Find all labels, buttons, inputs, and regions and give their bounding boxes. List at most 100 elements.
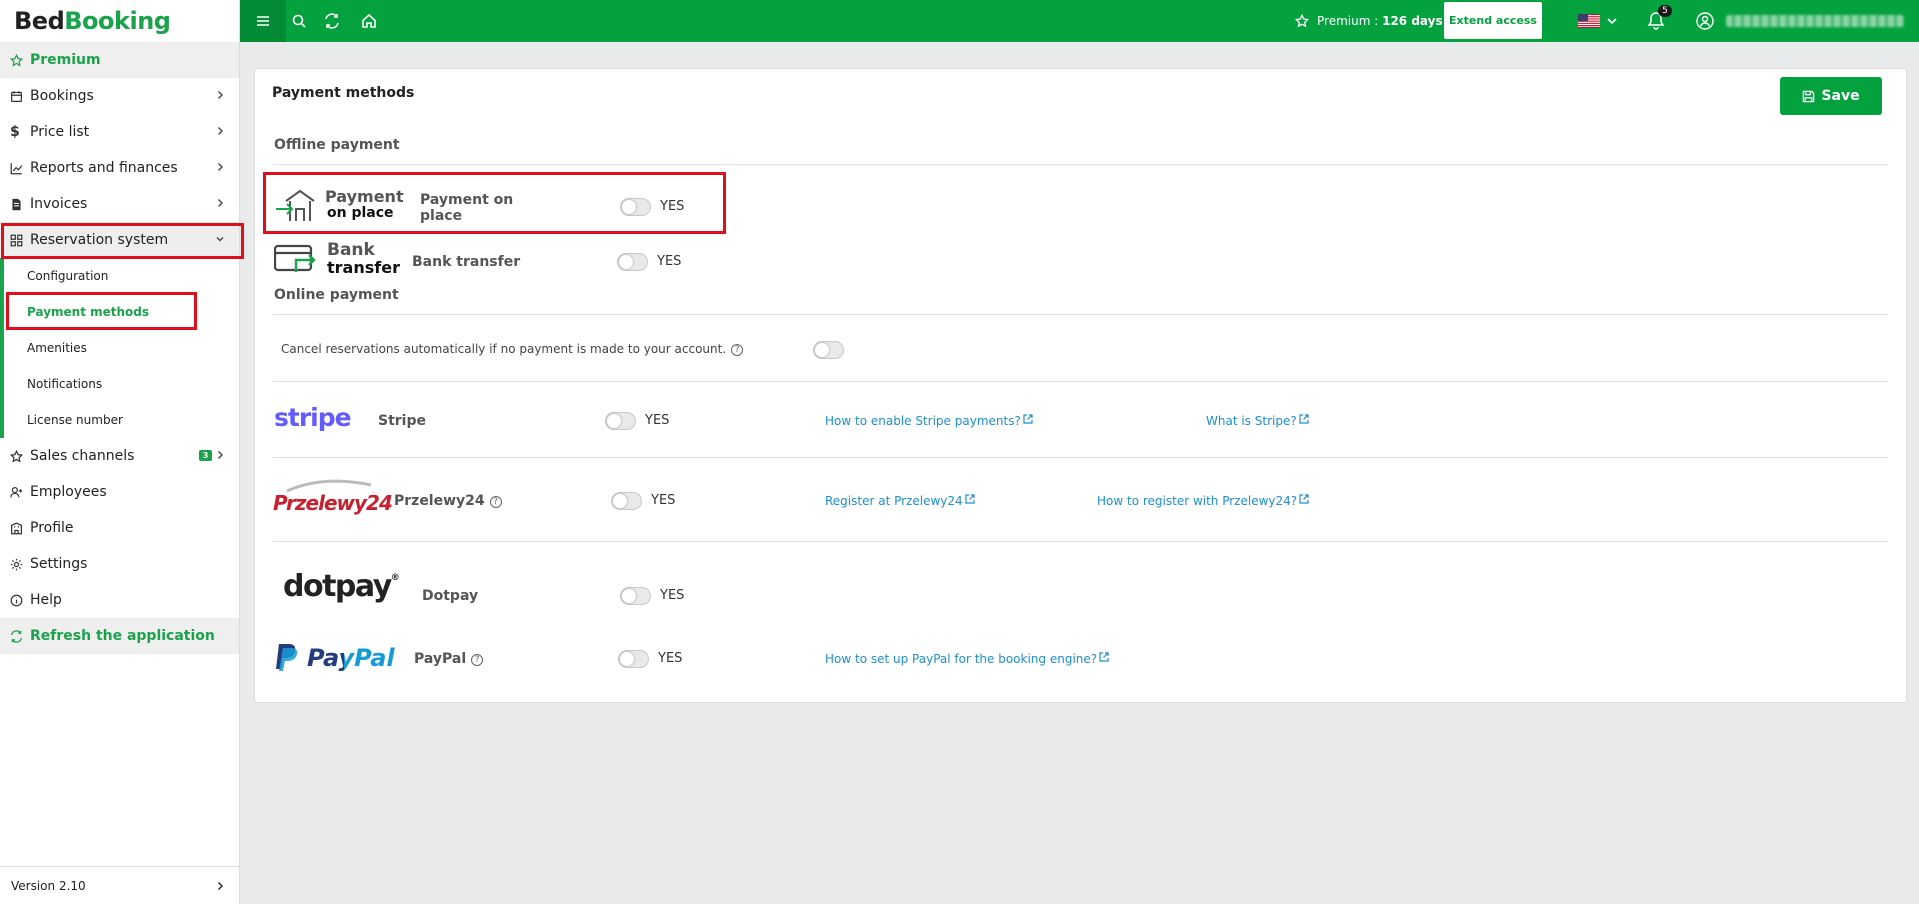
chevron-right-icon — [218, 91, 223, 99]
sidebar: Bed Booking Premium Bookings $ Price list… — [0, 0, 240, 904]
sidebar-subitem-notifications[interactable]: Notifications — [0, 366, 239, 402]
sidebar-item-premium[interactable]: Premium — [0, 42, 239, 78]
link-text: How to enable Stripe payments? — [825, 414, 1021, 428]
sidebar-item-label: Invoices — [30, 196, 88, 212]
sidebar-item-settings[interactable]: Settings — [0, 546, 239, 582]
bank-transfer-logo: Bank transfer — [273, 240, 404, 278]
logo-text-transfer: transfer — [327, 258, 400, 277]
bank-transfer-name: Bank transfer — [412, 254, 521, 270]
gear-icon — [10, 558, 30, 571]
sidebar-item-price-list[interactable]: $ Price list — [0, 114, 239, 150]
auto-cancel-toggle[interactable] — [813, 341, 844, 359]
us-flag-icon[interactable] — [1578, 14, 1600, 28]
user-icon[interactable] — [1696, 12, 1714, 30]
sidebar-item-label: Settings — [30, 556, 88, 572]
chevron-right-icon — [218, 127, 223, 135]
sidebar-item-invoices[interactable]: Invoices — [0, 186, 239, 222]
menu-button[interactable] — [240, 0, 286, 42]
link-text: How to set up PayPal for the booking eng… — [825, 652, 1098, 666]
register-przelewy24-link[interactable]: Register at Przelewy24 — [825, 494, 975, 508]
paypal-toggle[interactable] — [618, 650, 649, 668]
sidebar-subitem-amenities[interactable]: Amenities — [0, 330, 239, 366]
refresh-application-button[interactable]: Refresh the application — [0, 618, 239, 654]
external-link-icon — [1299, 494, 1309, 504]
dollar-icon: $ — [10, 124, 20, 140]
paypal-setup-link[interactable]: How to set up PayPal for the booking eng… — [825, 652, 1109, 666]
sidebar-item-label: Sales channels — [30, 448, 135, 464]
chevron-down-icon[interactable] — [1606, 15, 1618, 27]
help-icon[interactable]: ? — [471, 654, 484, 666]
sidebar-subitem-license-number[interactable]: License number — [0, 402, 239, 438]
sidebar-item-reports[interactable]: Reports and finances — [0, 150, 239, 186]
sidebar-item-sales-channels[interactable]: Sales channels 3 — [0, 438, 239, 474]
what-is-stripe-link[interactable]: What is Stripe? — [1206, 414, 1309, 428]
building-icon — [10, 522, 30, 535]
sidebar-item-label: Reservation system — [30, 232, 169, 248]
dotpay-name: Dotpay — [422, 588, 479, 604]
sidebar-item-help[interactable]: Help — [0, 582, 239, 618]
user-name-blurred[interactable] — [1726, 15, 1904, 27]
house-arrow-icon — [276, 189, 315, 221]
logo-text-bank: Bank — [327, 240, 375, 260]
sidebar-subitem-payment-methods[interactable]: Payment methods — [0, 294, 239, 330]
przelewy24-toggle[interactable] — [611, 492, 642, 510]
sidebar-item-label: Price list — [30, 124, 90, 140]
extend-access-button[interactable]: Extend access — [1444, 2, 1542, 39]
stripe-enable-link[interactable]: How to enable Stripe payments? — [825, 414, 1033, 428]
divider — [273, 381, 1888, 382]
link-text: Register at Przelewy24 — [825, 494, 963, 508]
divider — [273, 314, 1888, 315]
sidebar-item-label: Help — [30, 592, 62, 608]
online-payment-title: Online payment — [274, 287, 399, 303]
help-icon[interactable]: ? — [731, 344, 744, 356]
save-label: Save — [1821, 88, 1860, 104]
name-line: place — [420, 208, 463, 224]
sidebar-item-label: Profile — [30, 520, 74, 536]
name-line: Payment on — [420, 192, 514, 208]
sidebar-item-bookings[interactable]: Bookings — [0, 78, 239, 114]
dotpay-logo: dotpay® — [283, 569, 400, 604]
sidebar-item-employees[interactable]: Employees — [0, 474, 239, 510]
star-icon — [10, 449, 30, 463]
paypal-name: PayPal? — [414, 651, 484, 667]
star-icon — [1295, 14, 1309, 28]
sidebar-item-reservation-system[interactable]: Reservation system — [0, 222, 239, 258]
chevron-right-icon — [218, 451, 223, 459]
chart-icon — [10, 162, 30, 175]
version-item[interactable]: Version 2.10 — [0, 866, 239, 904]
bank-transfer-toggle[interactable] — [617, 253, 648, 271]
logo-text-dotpay: dotpay — [283, 569, 392, 604]
logo-text-przelewy: Przelewy24 — [273, 491, 393, 515]
payment-on-place-logo: Payment on place — [274, 187, 404, 223]
invoice-icon — [10, 198, 30, 211]
reservation-submenu: Configuration Payment methods Amenities … — [0, 258, 239, 438]
home-button[interactable] — [358, 10, 380, 32]
users-icon — [10, 486, 30, 499]
toggle-label: YES — [658, 651, 683, 666]
how-register-przelewy24-link[interactable]: How to register with Przelewy24? — [1097, 494, 1309, 508]
save-button[interactable]: Save — [1780, 77, 1882, 115]
card-transfer-icon — [273, 244, 316, 272]
sync-icon — [325, 13, 339, 29]
link-text: How to register with Przelewy24? — [1097, 494, 1298, 508]
stripe-name: Stripe — [378, 413, 426, 429]
toggle-label: YES — [657, 254, 682, 269]
grid-icon — [10, 234, 30, 247]
auto-cancel-label: Cancel reservations automatically if no … — [281, 342, 744, 356]
dotpay-toggle[interactable] — [620, 587, 651, 605]
premium-status: Premium : 126 days — [1295, 0, 1443, 42]
search-button[interactable] — [288, 10, 310, 32]
star-icon — [10, 53, 30, 67]
external-link-icon — [1099, 652, 1109, 662]
name-text: Przelewy24 — [394, 493, 485, 509]
sync-button[interactable] — [321, 10, 343, 32]
stripe-toggle[interactable] — [605, 412, 636, 430]
app-logo[interactable]: Bed Booking — [0, 0, 239, 42]
payment-on-place-toggle[interactable] — [620, 198, 651, 216]
sidebar-subitem-configuration[interactable]: Configuration — [0, 258, 239, 294]
notification-count-badge: 5 — [1658, 5, 1672, 17]
external-link-icon — [1299, 414, 1309, 424]
divider — [273, 164, 1888, 165]
help-icon[interactable]: ? — [489, 496, 502, 508]
sidebar-item-profile[interactable]: Profile — [0, 510, 239, 546]
